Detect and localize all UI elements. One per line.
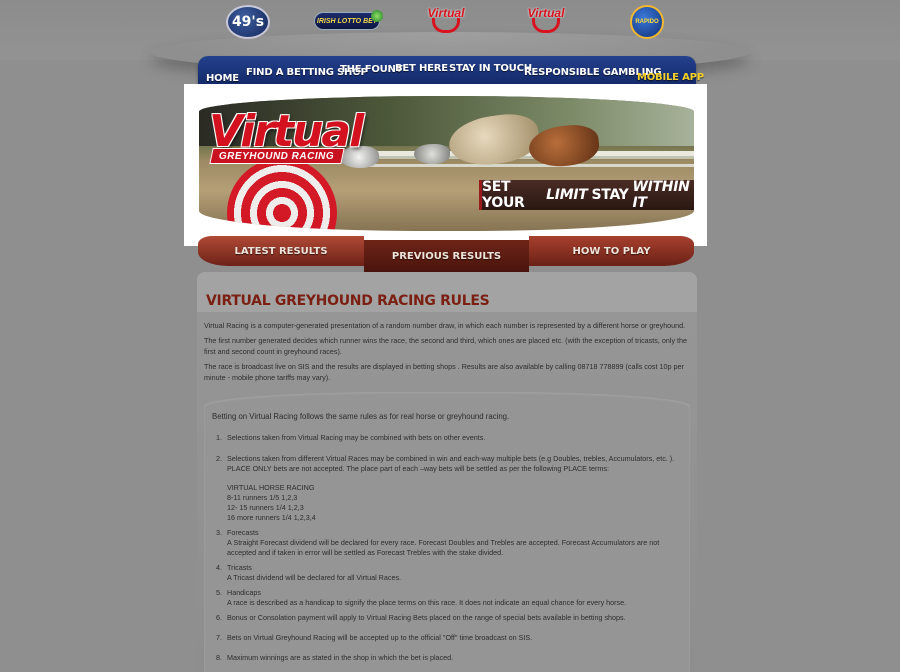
- tab-previous-results[interactable]: PREVIOUS RESULTS: [364, 240, 529, 272]
- virtual-greyhound-racing-logo[interactable]: Virtual: [524, 4, 568, 34]
- slogan-part-1: SET YOUR: [482, 179, 525, 211]
- banner-slogan: SET YOUR LIMIT STAY WITHIN IT: [479, 179, 694, 211]
- rule-text: A Straight Forecast dividend will be dec…: [227, 538, 660, 557]
- intro-paragraph: The first number generated decides which…: [204, 336, 688, 356]
- target-ring-icon: [432, 17, 460, 33]
- irish-lotto-bet-logo-text: IRISH LOTTO BET: [316, 17, 378, 25]
- tab-latest-results[interactable]: LATEST RESULTS: [198, 236, 364, 266]
- slogan-within-it: WITHIN IT: [632, 179, 690, 211]
- nav-the-fount[interactable]: THE FOUNT: [340, 64, 403, 75]
- nav-mobile-app[interactable]: MOBILE APP: [637, 72, 704, 83]
- rule-text: A race is described as a handicap to sig…: [227, 598, 627, 607]
- rule-text: Bets on Virtual Greyhound Racing will be…: [227, 633, 533, 642]
- rule-text: Tricasts: [227, 563, 252, 572]
- greyhound-image: [414, 144, 450, 164]
- virtual-horse-racing-logo[interactable]: Virtual: [424, 4, 468, 34]
- rule-text: Selections taken from Virtual Racing may…: [227, 433, 486, 442]
- slogan-part-2: STAY: [591, 187, 629, 203]
- rules-intro: Betting on Virtual Racing follows the sa…: [212, 412, 510, 421]
- lotto-49s-logo[interactable]: 49's: [226, 5, 270, 39]
- rule-text: Handicaps: [227, 588, 261, 597]
- rule-text: 8-11 runners 1/5 1,2,3: [227, 493, 298, 502]
- rule-number: 4.: [216, 563, 222, 572]
- rule-text: Bonus or Consolation payment will apply …: [227, 613, 626, 622]
- slogan-limit: LIMIT: [546, 187, 588, 203]
- rule-text: Maximum winnings are as stated in the sh…: [227, 653, 454, 662]
- rule-text: VIRTUAL HORSE RACING: [227, 483, 315, 492]
- rule-number: 5.: [216, 588, 222, 597]
- lotto-49s-logo-text: 49's: [231, 14, 265, 30]
- banner-subtitle-strip: GREYHOUND RACING: [209, 148, 345, 164]
- rapido-logo[interactable]: RAPIDO: [630, 5, 664, 39]
- rule-number: 7.: [216, 633, 222, 642]
- intro-paragraph: The race is broadcast live on SIS and th…: [204, 362, 684, 382]
- rule-number: 2.: [216, 454, 222, 463]
- irish-lotto-bet-logo[interactable]: IRISH LOTTO BET: [314, 10, 383, 30]
- rule-text: A Tricast dividend will be declared for …: [227, 573, 402, 582]
- rule-number: 8.: [216, 653, 222, 662]
- rule-number: 6.: [216, 613, 222, 622]
- tab-latest-results-label: LATEST RESULTS: [234, 245, 328, 257]
- nav-stay-in-touch[interactable]: STAY IN TOUCH: [449, 63, 532, 74]
- rule-text: 16 more runners 1/4 1,2,3,4: [227, 513, 316, 522]
- nav-bet-here[interactable]: BET HERE: [395, 63, 448, 74]
- rule-number: 1.: [216, 433, 222, 442]
- rule-text: 12- 15 runners 1/4 1,2,3: [227, 503, 304, 512]
- banner-subtitle: GREYHOUND RACING: [219, 150, 335, 162]
- hero-banner[interactable]: Virtual GREYHOUND RACING SET YOUR LIMIT …: [199, 96, 694, 231]
- tab-how-to-play-label: HOW TO PLAY: [572, 245, 651, 257]
- tab-how-to-play[interactable]: HOW TO PLAY: [529, 236, 694, 266]
- tab-previous-results-label: PREVIOUS RESULTS: [391, 250, 502, 262]
- rule-text: Selections taken from different Virtual …: [227, 454, 675, 473]
- target-ring-icon: [532, 17, 560, 33]
- page-title: VIRTUAL GREYHOUND RACING RULES: [206, 293, 490, 309]
- intro-paragraph: Virtual Racing is a computer-generated p…: [204, 321, 686, 330]
- rule-number: 3.: [216, 528, 222, 537]
- nav-home[interactable]: HOME: [206, 73, 239, 84]
- results-tabs: LATEST RESULTS PREVIOUS RESULTS HOW TO P…: [198, 236, 694, 272]
- rapido-logo-text: RAPIDO: [635, 19, 659, 25]
- rule-text: Forecasts: [227, 528, 259, 537]
- target-graphic: [227, 158, 337, 231]
